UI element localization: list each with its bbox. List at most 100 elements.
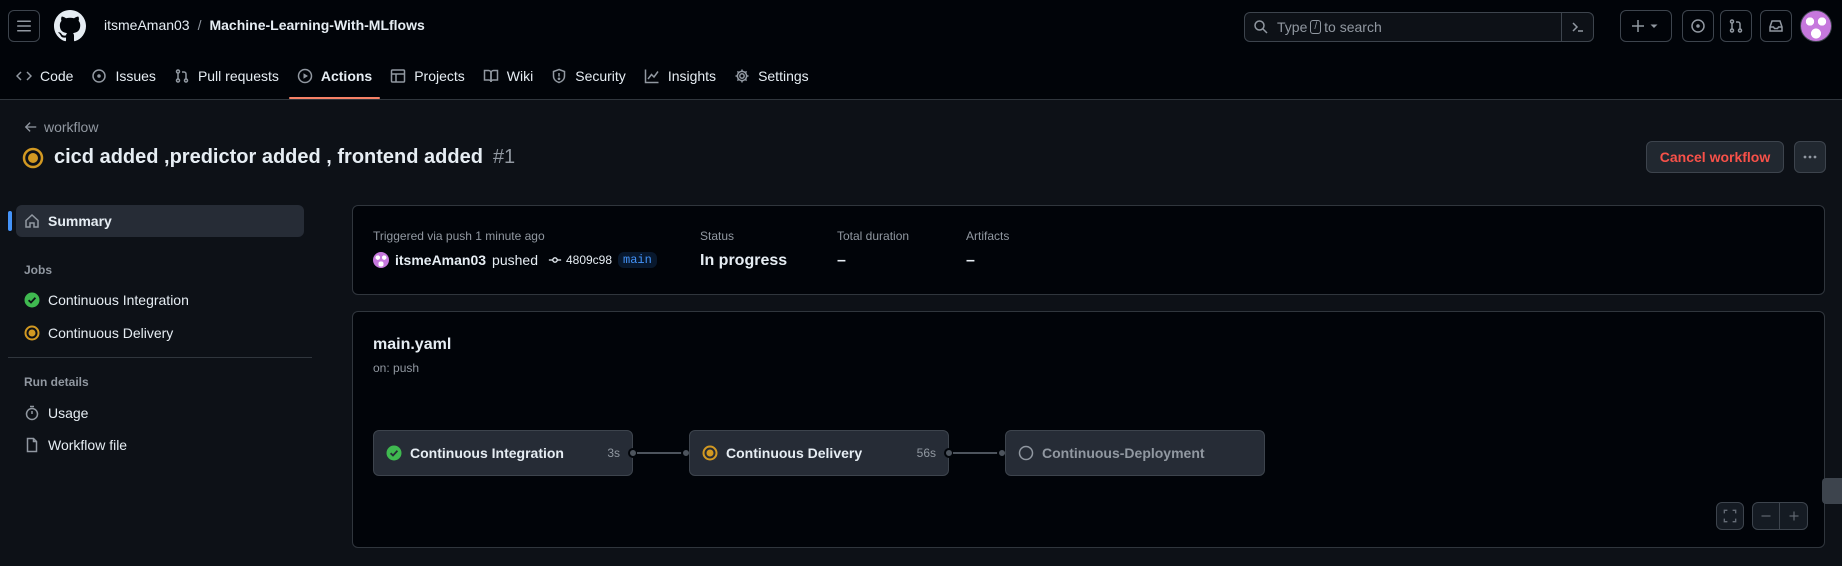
- graph-job-continuous-delivery[interactable]: Continuous Delivery 56s: [689, 430, 949, 476]
- stopwatch-icon: [25, 405, 39, 421]
- tab-security[interactable]: Security: [543, 62, 634, 90]
- graph-icon: [644, 69, 659, 84]
- run-summary-card: Triggered via push 1 minute ago itsmeAma…: [352, 205, 1825, 295]
- sidebar-job-continuous-delivery[interactable]: Continuous Delivery: [24, 325, 173, 341]
- tab-issues[interactable]: Issues: [83, 62, 163, 90]
- job-name: Continuous Delivery: [726, 445, 863, 461]
- kebab-horizontal-icon: [1803, 155, 1817, 159]
- fullscreen-button[interactable]: [1716, 502, 1744, 530]
- commit-sha: 4809c98: [565, 253, 613, 267]
- minus-icon: [1761, 515, 1771, 517]
- job-name: Continuous Integration: [410, 445, 564, 461]
- git-commit-icon: [548, 257, 562, 263]
- sidebar-item-usage[interactable]: Usage: [24, 405, 88, 421]
- graph-job-continuous-deployment[interactable]: Continuous-Deployment: [1005, 430, 1265, 476]
- graph-connector-line: [637, 452, 682, 454]
- breadcrumb-separator: /: [197, 17, 202, 33]
- issue-icon: [92, 69, 107, 83]
- status-value: In progress: [700, 252, 788, 269]
- search-placeholder-suffix: to search: [1324, 19, 1382, 35]
- plus-icon: [1789, 511, 1798, 521]
- tab-label: Projects: [414, 68, 465, 84]
- pull-request-icon: [175, 69, 189, 83]
- cancel-workflow-button[interactable]: Cancel workflow: [1646, 141, 1784, 173]
- plus-icon: [1632, 20, 1644, 32]
- global-header: itsmeAman03 / Machine-Learning-With-MLfl…: [0, 0, 1842, 100]
- check-circle-icon: [386, 445, 402, 461]
- issues-button[interactable]: [1682, 10, 1714, 42]
- command-palette-button[interactable]: [1561, 13, 1593, 41]
- sidebar-item-label: Workflow file: [48, 437, 128, 453]
- status-label: Status: [700, 229, 735, 243]
- sidebar-item-summary[interactable]: Summary: [8, 205, 304, 237]
- workflow-trigger: on: push: [373, 361, 420, 375]
- home-icon: [25, 213, 39, 228]
- back-to-workflow-link[interactable]: workflow: [24, 119, 98, 135]
- tab-label: Insights: [667, 68, 717, 84]
- triangle-down-icon: [1650, 24, 1658, 28]
- workflow-graph-card: main.yaml on: push Continuous Integratio…: [352, 311, 1825, 548]
- actor-link[interactable]: itsmeAman03: [395, 252, 486, 268]
- repo-owner-link[interactable]: itsmeAman03: [104, 17, 190, 33]
- tab-pull-requests[interactable]: Pull requests: [166, 62, 287, 90]
- more-options-button[interactable]: [1794, 141, 1826, 173]
- tab-actions[interactable]: Actions: [288, 62, 381, 99]
- job-duration: 3s: [607, 446, 620, 460]
- user-avatar[interactable]: [1800, 10, 1832, 42]
- sidebar-job-continuous-integration[interactable]: Continuous Integration: [24, 292, 189, 308]
- duration-value: –: [837, 252, 846, 269]
- tab-label: Wiki: [506, 68, 534, 84]
- search-input[interactable]: Type / to search: [1244, 12, 1594, 42]
- zoom-in-button[interactable]: [1780, 503, 1807, 529]
- create-new-button[interactable]: [1620, 10, 1672, 42]
- menu-button[interactable]: [8, 10, 40, 42]
- tab-code[interactable]: Code: [8, 62, 81, 90]
- trigger-details: itsmeAman03 pushed 4809c98 main: [373, 252, 657, 268]
- file-icon: [26, 437, 38, 453]
- artifacts-value: –: [966, 252, 975, 269]
- sidebar-item-workflow-file[interactable]: Workflow file: [24, 437, 127, 453]
- sidebar-item-label: Summary: [48, 213, 112, 229]
- run-number: #1: [492, 146, 516, 168]
- gear-icon: [735, 69, 749, 83]
- in-progress-icon: [24, 325, 40, 341]
- search-icon: [1254, 20, 1268, 34]
- sidebar-item-label: Continuous Integration: [48, 292, 189, 308]
- job-name: Continuous-Deployment: [1042, 445, 1205, 461]
- commit-link[interactable]: 4809c98: [548, 253, 612, 267]
- sidebar-jobs-heading: Jobs: [24, 263, 53, 277]
- terminal-icon: [1571, 22, 1583, 32]
- tab-label: Pull requests: [197, 68, 279, 84]
- actor-avatar[interactable]: [373, 252, 389, 268]
- tab-insights[interactable]: Insights: [636, 62, 724, 90]
- in-progress-icon: [22, 147, 44, 168]
- sidebar-item-label: Continuous Delivery: [48, 325, 174, 341]
- side-panel-handle[interactable]: [1822, 478, 1842, 504]
- table-icon: [390, 69, 406, 83]
- zoom-out-button[interactable]: [1753, 503, 1781, 529]
- fullscreen-icon: [1723, 509, 1737, 523]
- graph-connector-line: [953, 452, 998, 454]
- github-logo-icon[interactable]: [54, 10, 86, 42]
- duration-label: Total duration: [837, 229, 910, 243]
- tab-wiki[interactable]: Wiki: [475, 62, 541, 90]
- branch-badge[interactable]: main: [618, 252, 657, 268]
- workflow-file-name: main.yaml: [373, 336, 452, 353]
- repo-name-link[interactable]: Machine-Learning-With-MLflows: [209, 17, 424, 33]
- tab-projects[interactable]: Projects: [382, 62, 473, 90]
- tab-label: Issues: [115, 68, 156, 84]
- play-icon: [297, 68, 313, 84]
- tab-label: Settings: [758, 68, 809, 84]
- inbox-icon: [1769, 20, 1783, 32]
- repo-nav: Code Issues Pull requests Actions Projec…: [0, 60, 819, 100]
- search-placeholder-prefix: Type: [1277, 19, 1308, 35]
- search-shortcut-key: /: [1310, 20, 1322, 34]
- pull-requests-button[interactable]: [1720, 10, 1752, 42]
- check-circle-icon: [24, 292, 40, 308]
- tab-settings[interactable]: Settings: [726, 62, 817, 90]
- arrow-left-icon: [24, 122, 37, 132]
- inbox-button[interactable]: [1760, 10, 1792, 42]
- code-icon: [16, 71, 32, 81]
- shield-icon: [552, 68, 566, 84]
- graph-job-continuous-integration[interactable]: Continuous Integration 3s: [373, 430, 633, 476]
